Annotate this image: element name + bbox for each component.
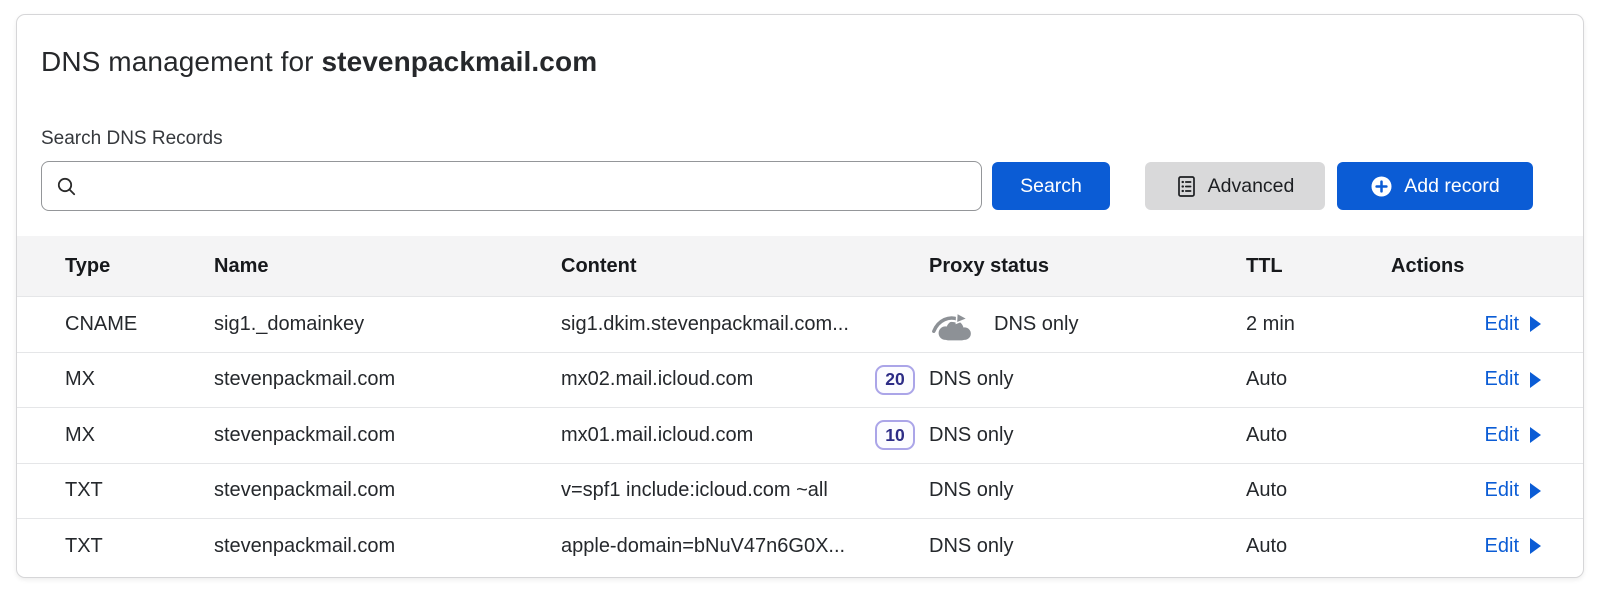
table-row: MX stevenpackmail.com mx01.mail.icloud.c…	[17, 407, 1583, 463]
record-type: MX	[65, 368, 214, 391]
table-row: TXT stevenpackmail.com apple-domain=bNuV…	[17, 518, 1583, 574]
edit-record-link[interactable]: Edit	[1485, 479, 1541, 502]
record-ttl: Auto	[1246, 479, 1391, 502]
header-ttl: TTL	[1246, 255, 1391, 278]
table-header-row: Type Name Content Proxy status TTL Actio…	[17, 236, 1583, 296]
header-proxy-status: Proxy status	[929, 255, 1246, 278]
record-content: sig1.dkim.stevenpackmail.com...	[561, 313, 849, 336]
record-ttl: Auto	[1246, 368, 1391, 391]
page-title-domain: stevenpackmail.com	[321, 46, 597, 77]
edit-arrow-icon	[1530, 372, 1541, 388]
edit-record-link[interactable]: Edit	[1485, 368, 1541, 391]
advanced-button-label: Advanced	[1208, 175, 1295, 198]
card-top-section: DNS management for stevenpackmail.com Se…	[17, 46, 1583, 211]
edit-label: Edit	[1485, 535, 1519, 558]
search-button-label: Search	[1020, 175, 1082, 198]
page-title: DNS management for stevenpackmail.com	[41, 46, 1559, 78]
mx-priority-badge: 10	[875, 420, 915, 450]
proxy-status-text: DNS only	[929, 368, 1013, 391]
record-type: MX	[65, 424, 214, 447]
edit-arrow-icon	[1530, 538, 1541, 554]
search-controls: Search Advanced Add record	[41, 161, 1559, 211]
edit-label: Edit	[1485, 313, 1519, 336]
header-name: Name	[214, 255, 561, 278]
proxy-status-text: DNS only	[994, 313, 1078, 336]
proxy-status-text: DNS only	[929, 479, 1013, 502]
record-name: stevenpackmail.com	[214, 479, 561, 502]
search-label: Search DNS Records	[41, 128, 1559, 150]
record-name: stevenpackmail.com	[214, 535, 561, 558]
search-icon	[56, 176, 77, 197]
record-name: sig1._domainkey	[214, 313, 561, 336]
edit-label: Edit	[1485, 368, 1519, 391]
edit-record-link[interactable]: Edit	[1485, 313, 1541, 336]
edit-arrow-icon	[1530, 483, 1541, 499]
record-content: v=spf1 include:icloud.com ~all	[561, 479, 828, 502]
edit-label: Edit	[1485, 424, 1519, 447]
edit-arrow-icon	[1530, 427, 1541, 443]
record-ttl: Auto	[1246, 535, 1391, 558]
dns-only-cloud-icon	[929, 307, 979, 342]
dns-records-table: Type Name Content Proxy status TTL Actio…	[17, 236, 1583, 574]
record-content: apple-domain=bNuV47n6G0X...	[561, 535, 845, 558]
proxy-status-text: DNS only	[929, 424, 1013, 447]
add-record-button-label: Add record	[1404, 175, 1499, 198]
edit-record-link[interactable]: Edit	[1485, 535, 1541, 558]
table-row: CNAME sig1._domainkey sig1.dkim.stevenpa…	[17, 296, 1583, 352]
edit-record-link[interactable]: Edit	[1485, 424, 1541, 447]
search-input-container	[41, 161, 982, 211]
dns-management-card: DNS management for stevenpackmail.com Se…	[16, 14, 1584, 578]
search-input[interactable]	[87, 164, 967, 208]
record-ttl: Auto	[1246, 424, 1391, 447]
page-title-prefix: DNS management for	[41, 46, 321, 77]
proxy-status-text: DNS only	[929, 535, 1013, 558]
record-ttl: 2 min	[1246, 313, 1391, 336]
header-content: Content	[561, 255, 929, 278]
record-type: CNAME	[65, 313, 214, 336]
advanced-button[interactable]: Advanced	[1145, 162, 1325, 210]
edit-arrow-icon	[1530, 316, 1541, 332]
edit-label: Edit	[1485, 479, 1519, 502]
table-row: MX stevenpackmail.com mx02.mail.icloud.c…	[17, 352, 1583, 408]
advanced-list-icon	[1176, 175, 1197, 198]
plus-circle-icon	[1370, 175, 1393, 198]
mx-priority-badge: 20	[875, 365, 915, 395]
record-content: mx01.mail.icloud.com	[561, 424, 753, 447]
record-type: TXT	[65, 479, 214, 502]
search-button[interactable]: Search	[992, 162, 1110, 210]
record-type: TXT	[65, 535, 214, 558]
record-name: stevenpackmail.com	[214, 368, 561, 391]
header-type: Type	[65, 255, 214, 278]
add-record-button[interactable]: Add record	[1337, 162, 1533, 210]
record-name: stevenpackmail.com	[214, 424, 561, 447]
record-content: mx02.mail.icloud.com	[561, 368, 753, 391]
table-row: TXT stevenpackmail.com v=spf1 include:ic…	[17, 463, 1583, 519]
header-actions: Actions	[1391, 255, 1583, 278]
